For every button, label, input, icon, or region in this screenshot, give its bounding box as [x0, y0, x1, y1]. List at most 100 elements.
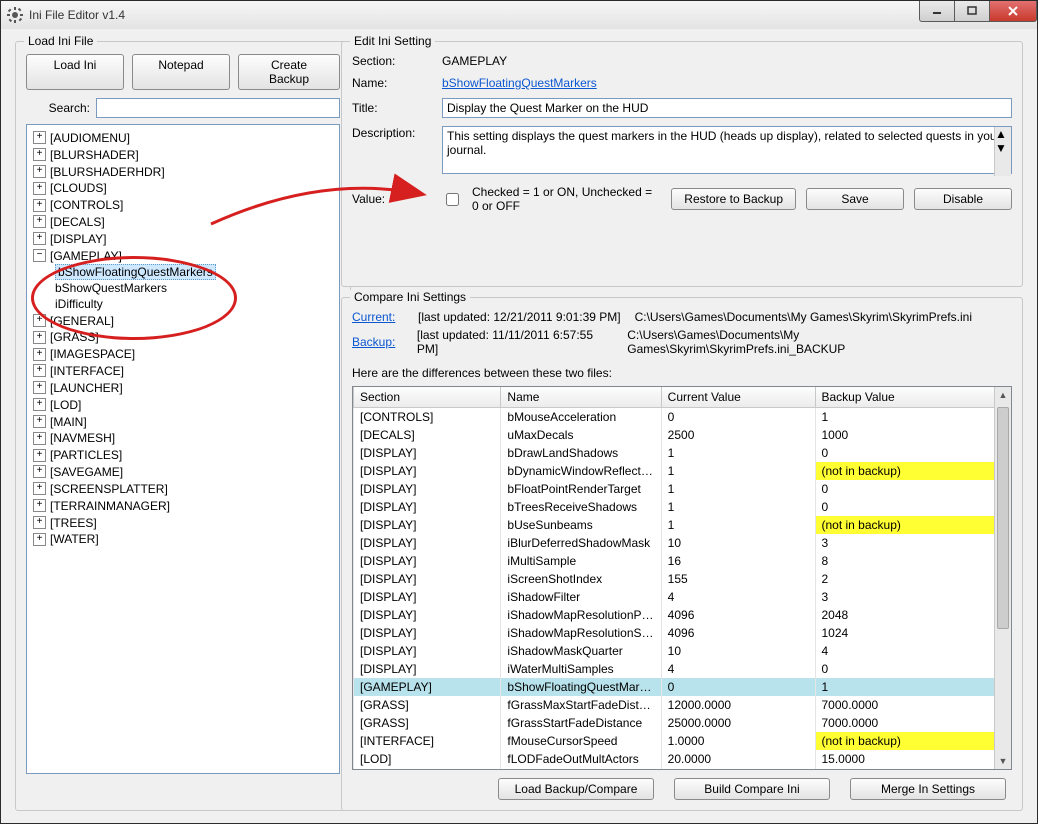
table-row[interactable]: [DECALS]uMaxDecals25001000: [354, 426, 995, 444]
table-row[interactable]: [DISPLAY]iShadowMapResolutionSec...40961…: [354, 624, 995, 642]
expand-icon[interactable]: +: [33, 148, 46, 161]
scroll-up-icon[interactable]: ▲: [995, 387, 1011, 403]
col-name[interactable]: Name: [501, 387, 661, 408]
expand-icon[interactable]: +: [33, 364, 46, 377]
expand-icon[interactable]: +: [33, 415, 46, 428]
table-row[interactable]: [DISPLAY]bDynamicWindowReflections1(not …: [354, 462, 995, 480]
tree-leaf[interactable]: bShowQuestMarkers: [55, 280, 337, 296]
titlebar[interactable]: Ini File Editor v1.4: [1, 1, 1037, 30]
expand-icon[interactable]: +: [33, 432, 46, 445]
tree-node[interactable]: +[NAVMESH]: [29, 429, 337, 446]
expand-icon[interactable]: +: [33, 465, 46, 478]
tree-node[interactable]: +[DECALS]: [29, 213, 337, 230]
tree-node[interactable]: +[SCREENSPLATTER]: [29, 480, 337, 497]
close-button[interactable]: [989, 1, 1037, 22]
table-row[interactable]: [DISPLAY]iShadowFilter43: [354, 588, 995, 606]
tree-node[interactable]: +[INTERFACE]: [29, 362, 337, 379]
expand-icon[interactable]: +: [33, 516, 46, 529]
tree-leaf[interactable]: bShowFloatingQuestMarkers: [55, 264, 337, 280]
tree-node[interactable]: +[GRASS]: [29, 328, 337, 345]
tree-node[interactable]: +[SAVEGAME]: [29, 463, 337, 480]
tree-node[interactable]: +[WATER]: [29, 530, 337, 547]
load-backup-compare-button[interactable]: Load Backup/Compare: [498, 778, 654, 800]
tree-node[interactable]: +[LOD]: [29, 396, 337, 413]
table-row[interactable]: [DISPLAY]bTreesReceiveShadows10: [354, 498, 995, 516]
scroll-down-icon[interactable]: ▼: [995, 753, 1011, 769]
expand-icon[interactable]: +: [33, 199, 46, 212]
expand-icon[interactable]: +: [33, 131, 46, 144]
table-row[interactable]: [DISPLAY]bUseSunbeams1(not in backup): [354, 516, 995, 534]
table-row[interactable]: [GAMEPLAY]bShowFloatingQuestMarkers01: [354, 678, 995, 696]
expand-icon[interactable]: +: [33, 215, 46, 228]
tree-node[interactable]: +[BLURSHADERHDR]: [29, 163, 337, 180]
tree-node[interactable]: +[AUDIOMENU]: [29, 129, 337, 146]
expand-icon[interactable]: +: [33, 331, 46, 344]
value-checkbox[interactable]: [446, 193, 459, 206]
expand-icon[interactable]: +: [33, 533, 46, 546]
tree-node[interactable]: +[CLOUDS]: [29, 179, 337, 196]
table-row[interactable]: [LOD]fLODFadeOutMultItems20.000015.0000: [354, 768, 995, 769]
table-row[interactable]: [DISPLAY]iBlurDeferredShadowMask103: [354, 534, 995, 552]
table-row[interactable]: [DISPLAY]bDrawLandShadows10: [354, 444, 995, 462]
restore-button[interactable]: Restore to Backup: [671, 188, 796, 210]
tree-node[interactable]: +[BLURSHADER]: [29, 146, 337, 163]
tree-node[interactable]: +[TREES]: [29, 514, 337, 531]
table-row[interactable]: [CONTROLS]bMouseAcceleration01: [354, 408, 995, 427]
expand-icon[interactable]: +: [33, 348, 46, 361]
table-row[interactable]: [DISPLAY]iScreenShotIndex1552: [354, 570, 995, 588]
expand-icon[interactable]: +: [33, 482, 46, 495]
search-input[interactable]: [96, 98, 340, 118]
expand-icon[interactable]: +: [33, 232, 46, 245]
merge-in-settings-button[interactable]: Merge In Settings: [850, 778, 1006, 800]
col-section[interactable]: Section: [354, 387, 501, 408]
table-row[interactable]: [DISPLAY]bFloatPointRenderTarget10: [354, 480, 995, 498]
expand-icon[interactable]: +: [33, 314, 46, 327]
tree-node[interactable]: +[MAIN]: [29, 413, 337, 430]
col-backup[interactable]: Backup Value: [815, 387, 995, 408]
description-scrollbar[interactable]: ▲▼: [994, 127, 1011, 176]
tree-node[interactable]: +[TERRAINMANAGER]: [29, 497, 337, 514]
expand-icon[interactable]: +: [33, 398, 46, 411]
expand-icon[interactable]: +: [33, 499, 46, 512]
diff-table[interactable]: Section Name Current Value Backup Value …: [353, 387, 995, 769]
current-link[interactable]: Current:: [352, 310, 404, 324]
maximize-button[interactable]: [954, 1, 990, 22]
title-input[interactable]: [442, 98, 1012, 118]
minimize-button[interactable]: [919, 1, 955, 22]
ini-tree[interactable]: +[AUDIOMENU]+[BLURSHADER]+[BLURSHADERHDR…: [26, 124, 340, 774]
table-row[interactable]: [DISPLAY]iShadowMaskQuarter104: [354, 642, 995, 660]
table-row[interactable]: [INTERFACE]fMouseCursorSpeed1.0000(not i…: [354, 732, 995, 750]
app-window: Ini File Editor v1.4 Load Ini File Load …: [0, 0, 1038, 824]
save-button[interactable]: Save: [806, 188, 904, 210]
expand-icon[interactable]: +: [33, 381, 46, 394]
tree-node[interactable]: +[LAUNCHER]: [29, 379, 337, 396]
backup-link[interactable]: Backup:: [352, 335, 403, 349]
build-compare-ini-button[interactable]: Build Compare Ini: [674, 778, 830, 800]
notepad-button[interactable]: Notepad: [132, 54, 230, 90]
tree-node[interactable]: +[IMAGESPACE]: [29, 345, 337, 362]
table-row[interactable]: [GRASS]fGrassMaxStartFadeDistance12000.0…: [354, 696, 995, 714]
tree-node[interactable]: +[PARTICLES]: [29, 446, 337, 463]
table-row[interactable]: [DISPLAY]iShadowMapResolutionPrim...4096…: [354, 606, 995, 624]
expand-icon[interactable]: −: [33, 249, 46, 262]
table-row[interactable]: [GRASS]fGrassStartFadeDistance25000.0000…: [354, 714, 995, 732]
table-scrollbar[interactable]: ▲ ▼: [994, 387, 1011, 769]
tree-leaf[interactable]: iDifficulty: [55, 296, 337, 312]
disable-button[interactable]: Disable: [914, 188, 1012, 210]
tree-node[interactable]: +[DISPLAY]: [29, 230, 337, 247]
expand-icon[interactable]: +: [33, 182, 46, 195]
tree-node[interactable]: −[GAMEPLAY]: [29, 247, 337, 264]
expand-icon[interactable]: +: [33, 165, 46, 178]
table-row[interactable]: [DISPLAY]iWaterMultiSamples40: [354, 660, 995, 678]
scroll-thumb[interactable]: [997, 407, 1009, 629]
create-backup-button[interactable]: Create Backup: [238, 54, 340, 90]
load-ini-button[interactable]: Load Ini: [26, 54, 124, 90]
tree-node[interactable]: +[CONTROLS]: [29, 196, 337, 213]
expand-icon[interactable]: +: [33, 449, 46, 462]
description-input[interactable]: [442, 126, 1012, 174]
table-row[interactable]: [DISPLAY]iMultiSample168: [354, 552, 995, 570]
name-link[interactable]: bShowFloatingQuestMarkers: [442, 76, 597, 90]
col-current[interactable]: Current Value: [661, 387, 815, 408]
tree-node[interactable]: +[GENERAL]: [29, 312, 337, 329]
table-row[interactable]: [LOD]fLODFadeOutMultActors20.000015.0000: [354, 750, 995, 768]
